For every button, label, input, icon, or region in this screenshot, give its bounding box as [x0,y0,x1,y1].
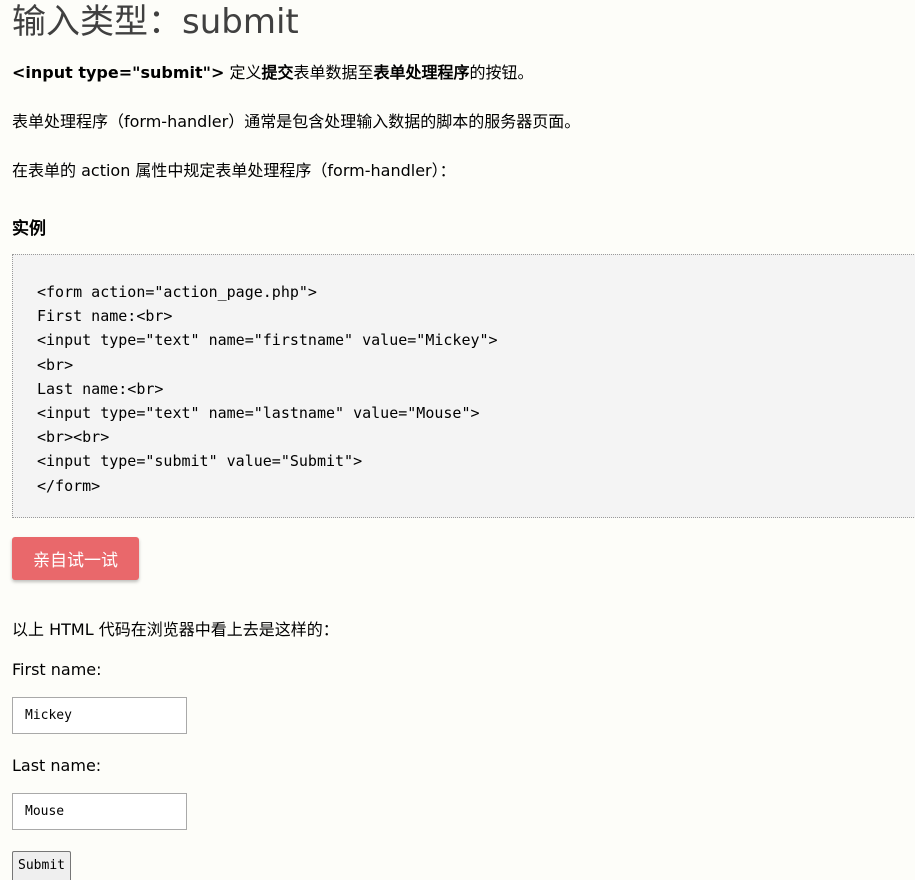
input-tag-code: <input type="submit"> [12,63,225,82]
intro-bold-submit: 提交 [261,63,294,82]
action-attribute-paragraph: 在表单的 action 属性中规定表单处理程序（form-handler）： [12,161,456,180]
intro-text-1: 定义 [224,63,262,82]
form-handler-paragraph: 表单处理程序（form-handler）通常是包含处理输入数据的脚本的服务器页面… [12,112,581,131]
code-example-box: <form action="action_page.php"> First na… [12,254,915,518]
intro-text-3: 的按钮。 [469,63,534,82]
intro-paragraph: <input type="submit"> 定义提交表单数据至表单处理程序的按钮… [12,62,534,84]
page: 输入类型：submit <input type="submit"> 定义提交表单… [0,0,915,880]
last-name-input[interactable] [12,793,187,830]
result-intro-text: 以上 HTML 代码在浏览器中看上去是这样的： [12,620,339,639]
submit-button[interactable]: Submit [12,851,71,880]
first-name-label: First name: [12,660,102,679]
first-name-input[interactable] [12,697,187,734]
last-name-label: Last name: [12,756,102,775]
example-heading: 实例 [12,219,46,239]
page-title: 输入类型：submit [12,2,299,42]
code-sample: <form action="action_page.php"> First na… [37,283,498,495]
intro-text-2: 表单数据至 [293,63,374,82]
try-it-yourself-button[interactable]: 亲自试一试 [12,537,139,580]
intro-bold-form-handler: 表单处理程序 [373,63,470,82]
